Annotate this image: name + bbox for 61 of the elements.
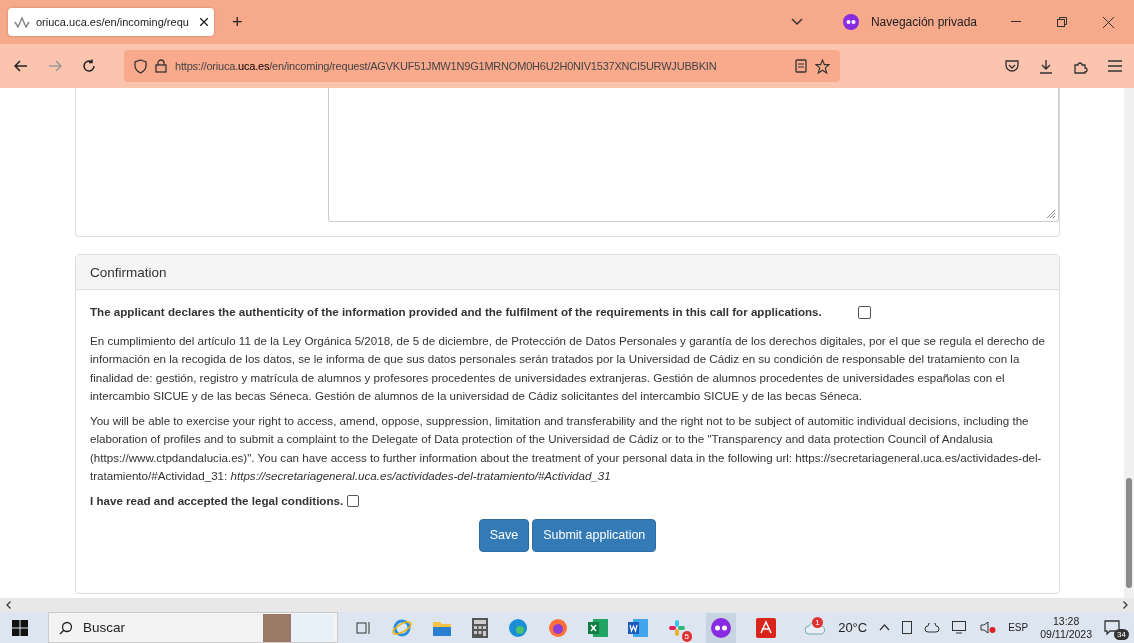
chevron-down-icon[interactable] bbox=[790, 18, 803, 26]
legal-paragraph: You will be able to exercise your right to access, amend, oppose, suppression, limitation and transferability and the right not to be subject of automitic individual decisions, including the elaboration of profiles and to submit a complaint to the Delegate of Data protection of the Universidad de Cádiz or to the "Transparency and data protection Council of Andalusia (https://www.ctpdandalucia.es)". You can have access to further information about the treatment of your personal data in the following url: https://secretariageneral.uca.es/actividades-del-tratamiento/#Actividad_31: https://secretariageneral.uca.es/actividades-del-tratamiento/#Actividad_31 bbox=[90, 412, 1043, 484]
slack-icon[interactable] bbox=[668, 618, 686, 637]
declaration-text: The applicant declares the authenticity of the information provided and the fulfilment of the requirements in this call for applications. bbox=[90, 304, 822, 320]
menu-icon[interactable] bbox=[1108, 60, 1122, 72]
restore-icon[interactable] bbox=[1057, 17, 1067, 27]
clock-time[interactable]: 13:28 bbox=[1052, 614, 1080, 628]
save-button[interactable]: Save bbox=[478, 519, 530, 552]
language-indicator[interactable]: ESP bbox=[1008, 622, 1029, 633]
browser-tab[interactable]: oriuca.uca.es/en/incoming/requ bbox=[8, 8, 214, 36]
calculator-icon[interactable] bbox=[472, 617, 488, 638]
windows-start-icon[interactable] bbox=[12, 619, 28, 636]
network-icon[interactable] bbox=[952, 621, 969, 634]
submit-button[interactable]: Submit application bbox=[532, 519, 657, 552]
clock-date[interactable]: 09/11/2023 bbox=[1040, 627, 1092, 641]
word-icon[interactable] bbox=[628, 618, 648, 637]
legal-conditions-checkbox[interactable] bbox=[347, 494, 360, 507]
edge-browser-icon[interactable] bbox=[508, 617, 528, 638]
search-icon bbox=[59, 620, 73, 635]
private-browsing-label: Navegación privada bbox=[870, 15, 977, 29]
search-highlight-picture bbox=[263, 613, 333, 642]
internet-explorer-icon[interactable] bbox=[392, 617, 412, 638]
vertical-scrollbar[interactable] bbox=[1124, 88, 1134, 598]
close-icon[interactable] bbox=[200, 18, 208, 26]
reload-icon[interactable] bbox=[82, 59, 96, 73]
legal-paragraph: En cumplimiento del artículo 11 de la Ley Orgánica 5/2018, de 5 de diciembre, de Protección de Datos Personales y garantía de los derechos digitales, por el que se regula el derecho de información en la recogida de los datos, se le informa de que sus datos personales serán tratados por la Universidad de Cádiz en su condición de responsable del tratamiento con la finalidad de: gestión, registro y matrícula de alumnos y profesores procedentes de universidades extranjeras. Gestión de alumnos procedentes de universidades españolas con el intercambio SICUE y de las becas Séneca. Gestión de alumnos de la universidad de Cádiz solicitantes del intercambio SICUE y de las becas Séneca. bbox=[90, 332, 1045, 404]
speaker-muted-icon[interactable] bbox=[980, 621, 997, 634]
legal-conditions-label: I have read and accepted the legal conditions. bbox=[90, 492, 344, 509]
declaration-checkbox[interactable] bbox=[857, 305, 871, 319]
scroll-left-icon[interactable] bbox=[6, 601, 11, 609]
notification-badge: 1 bbox=[812, 616, 823, 628]
tablet-icon[interactable] bbox=[902, 621, 913, 634]
mask-icon bbox=[842, 14, 859, 30]
notification-badge: 34 bbox=[1114, 629, 1129, 640]
resize-grip-icon[interactable] bbox=[1046, 209, 1055, 218]
mask-icon[interactable] bbox=[706, 612, 736, 643]
chevron-up-icon[interactable] bbox=[879, 624, 891, 631]
excel-icon[interactable] bbox=[588, 618, 608, 637]
horizontal-scrollbar[interactable] bbox=[0, 598, 1134, 612]
lock-icon bbox=[155, 59, 167, 73]
shield-icon bbox=[134, 58, 147, 74]
task-view-icon[interactable] bbox=[356, 620, 372, 635]
star-icon[interactable] bbox=[815, 58, 830, 74]
reader-view-icon[interactable] bbox=[795, 59, 807, 73]
cloud-icon[interactable] bbox=[924, 622, 941, 633]
pdf-reader-icon[interactable] bbox=[756, 617, 776, 638]
new-tab-button[interactable]: + bbox=[226, 11, 249, 33]
scroll-right-icon[interactable] bbox=[1123, 601, 1128, 609]
address-bar[interactable]: https://oriuca.uca.es/en/incoming/request/AGVKUF51JMW1N9G1MRNOM0H6U2H0NIV1537XNCI5URWJUBBKIN bbox=[124, 50, 840, 82]
notification-badge: 5 bbox=[681, 630, 692, 642]
pocket-icon[interactable] bbox=[1005, 59, 1019, 73]
close-icon[interactable] bbox=[1103, 16, 1114, 28]
url-text: https://oriuca.uca.es/en/incoming/request/AGVKUF51JMW1N9G1MRNOM0H6U2H0NIV1537XNCI5URWJUBBKIN bbox=[175, 60, 718, 72]
panel-title: Confirmation bbox=[90, 264, 167, 280]
minimize-icon[interactable] bbox=[1011, 21, 1021, 23]
download-icon[interactable] bbox=[1039, 58, 1053, 74]
taskbar-search-field[interactable]: Buscar bbox=[48, 612, 338, 643]
site-icon bbox=[14, 16, 30, 28]
firefox-icon[interactable] bbox=[548, 617, 568, 638]
temperature-text: 20°C bbox=[838, 620, 868, 635]
back-arrow-icon[interactable] bbox=[14, 60, 28, 72]
